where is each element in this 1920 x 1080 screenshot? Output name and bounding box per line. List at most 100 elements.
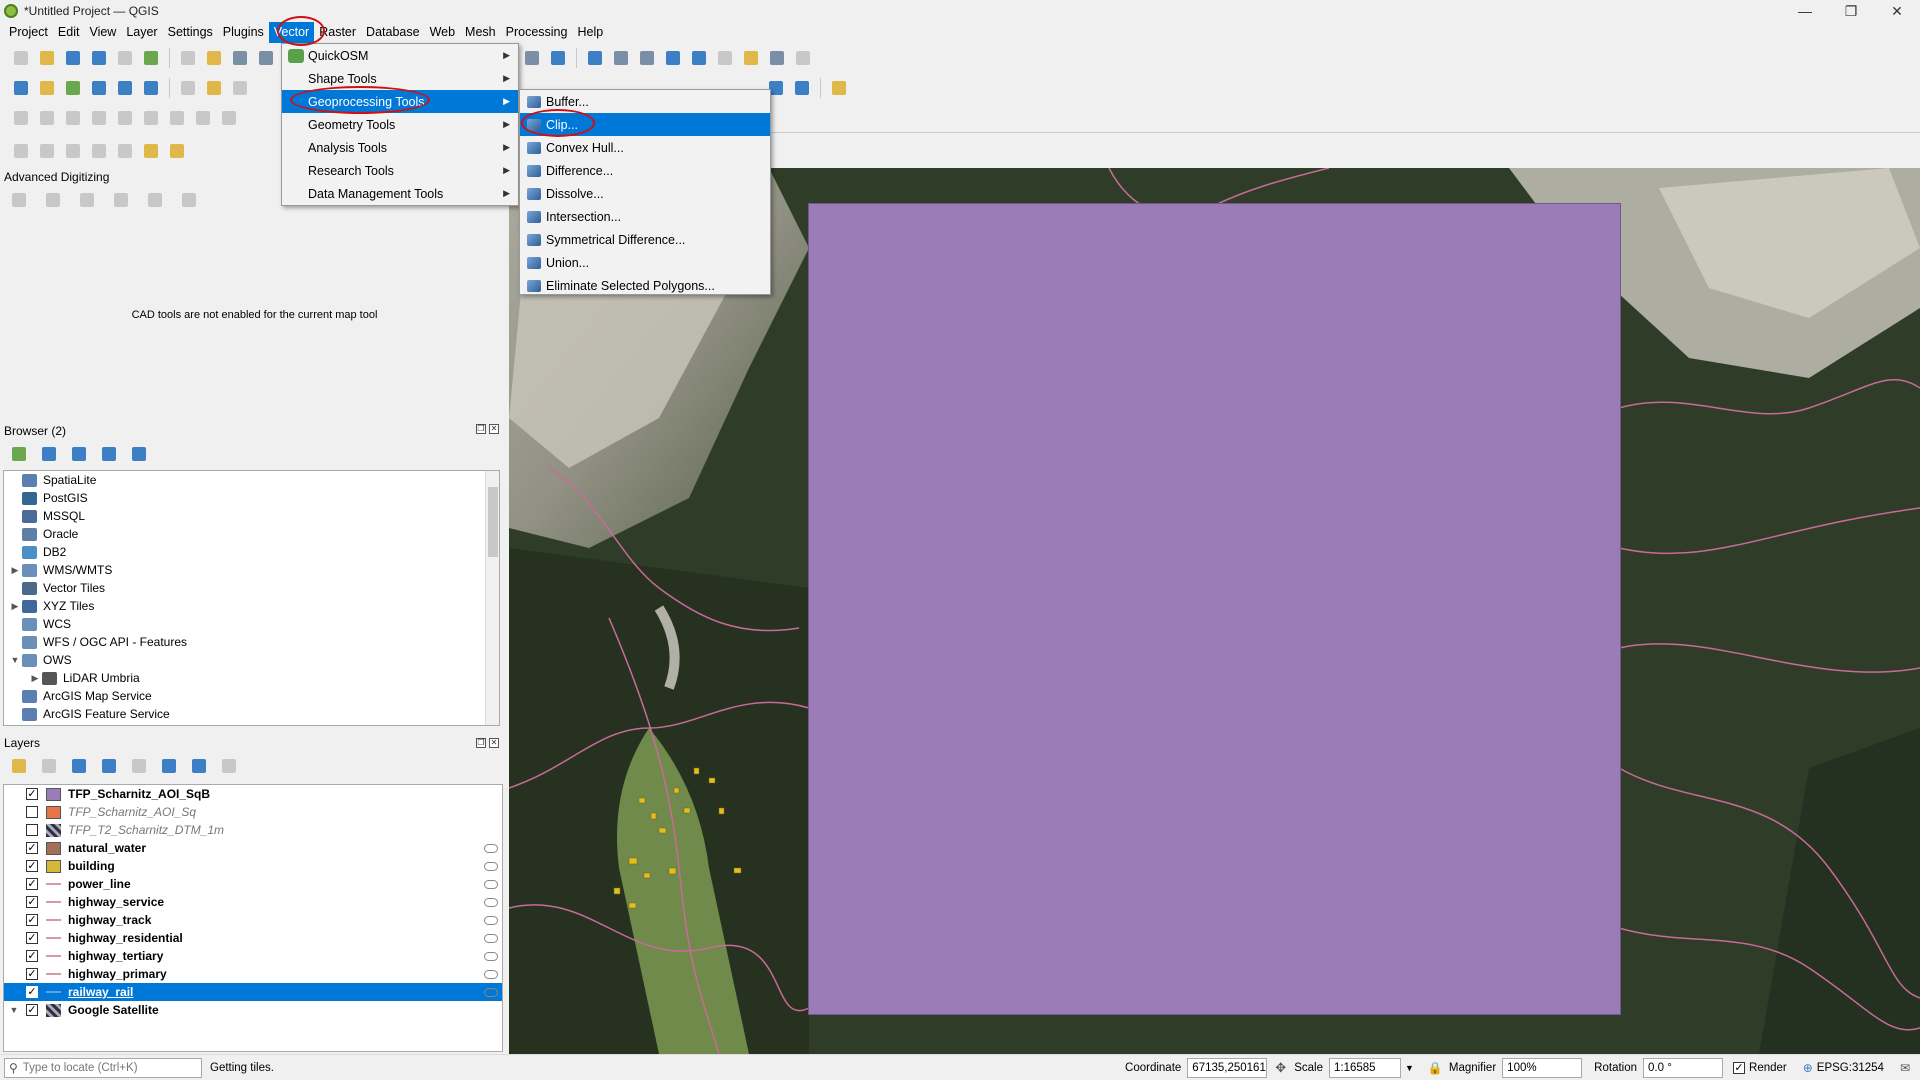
cad-floater-icon[interactable] bbox=[179, 190, 199, 210]
aoi-polygon[interactable] bbox=[808, 203, 1621, 1015]
expand-arrow-icon[interactable]: ▶ bbox=[28, 673, 42, 684]
filter-legend-icon[interactable] bbox=[99, 756, 119, 776]
layer-visibility-checkbox[interactable]: ✓ bbox=[26, 860, 38, 872]
save-edits-icon[interactable] bbox=[230, 78, 250, 98]
attribute-table-icon[interactable] bbox=[611, 48, 631, 68]
layer-row[interactable]: ✓ TFP_Scharnitz_AOI_SqB bbox=[4, 785, 502, 803]
layer-row[interactable]: ✓ highway_primary bbox=[4, 965, 502, 983]
menu-database[interactable]: Database bbox=[361, 22, 425, 43]
layer-visibility-checkbox[interactable]: ✓ bbox=[26, 788, 38, 800]
new-project-icon[interactable] bbox=[11, 48, 31, 68]
select-features-icon[interactable] bbox=[767, 48, 787, 68]
redo-icon[interactable] bbox=[219, 108, 239, 128]
processing-toolbox-icon[interactable] bbox=[663, 48, 683, 68]
cad-construction-icon[interactable] bbox=[43, 190, 63, 210]
menu-item-geometry-tools[interactable]: Geometry Tools ▶ bbox=[282, 113, 518, 136]
add-feature-icon[interactable] bbox=[37, 108, 57, 128]
browser-item[interactable]: ▼ OWS bbox=[4, 651, 499, 669]
crs-label[interactable]: EPSG:31254 bbox=[1817, 1062, 1884, 1074]
browser-item[interactable]: Oracle bbox=[4, 525, 499, 543]
layer-indicator-icon[interactable] bbox=[484, 915, 498, 925]
expand-all-icon[interactable] bbox=[159, 756, 179, 776]
menu-view[interactable]: View bbox=[84, 22, 121, 43]
rotation-field[interactable]: 0.0 ° bbox=[1643, 1057, 1724, 1078]
layer-styling-icon[interactable] bbox=[9, 756, 29, 776]
messages-icon[interactable]: ✉ bbox=[1900, 1061, 1910, 1075]
scale-dropdown-icon[interactable]: ▼ bbox=[1405, 1063, 1414, 1073]
layer-visibility-checkbox[interactable]: ✓ bbox=[26, 932, 38, 944]
layer-indicator-icon[interactable] bbox=[484, 951, 498, 961]
save-project-icon[interactable] bbox=[63, 48, 83, 68]
layer-visibility-checkbox[interactable]: ✓ bbox=[26, 842, 38, 854]
refresh-icon[interactable] bbox=[548, 48, 568, 68]
browser-item[interactable]: ArcGIS Map Service bbox=[4, 687, 499, 705]
select-by-value-icon[interactable] bbox=[167, 141, 187, 161]
select-by-area-icon[interactable] bbox=[141, 141, 161, 161]
digitize-icon[interactable] bbox=[11, 108, 31, 128]
delete-selected-icon[interactable] bbox=[89, 108, 109, 128]
magnifier-field[interactable]: 100% bbox=[1502, 1057, 1583, 1078]
browser-item[interactable]: ▶ WMS/WMTS bbox=[4, 561, 499, 579]
layer-visibility-checkbox[interactable]: ✓ bbox=[26, 986, 38, 998]
browser-item[interactable]: ArcGIS Feature Service bbox=[4, 705, 499, 723]
browser-scrollbar[interactable] bbox=[485, 471, 499, 725]
menu-item-eliminate-selected-polygons[interactable]: Eliminate Selected Polygons... bbox=[520, 274, 770, 297]
remove-layer-icon[interactable] bbox=[219, 756, 239, 776]
layer-visibility-checkbox[interactable]: ✓ bbox=[26, 968, 38, 980]
menu-web[interactable]: Web bbox=[425, 22, 460, 43]
offset-curve-icon[interactable] bbox=[115, 141, 135, 161]
collapse-all-icon[interactable] bbox=[99, 444, 119, 464]
new-temp-layer-icon[interactable] bbox=[115, 78, 135, 98]
close-panel-icon[interactable]: ✕ bbox=[489, 738, 499, 748]
paste-features-icon[interactable] bbox=[167, 108, 187, 128]
cad-parallel-icon[interactable] bbox=[77, 190, 97, 210]
menu-item-union[interactable]: Union... bbox=[520, 251, 770, 274]
menu-item-convex-hull[interactable]: Convex Hull... bbox=[520, 136, 770, 159]
vertex-tool-icon[interactable] bbox=[63, 108, 83, 128]
browser-item[interactable]: ▶ LiDAR Umbria bbox=[4, 669, 499, 687]
render-checkbox[interactable]: ✓ bbox=[1733, 1061, 1746, 1074]
add-ring-icon[interactable] bbox=[63, 141, 83, 161]
browser-item[interactable]: SpatiaLite bbox=[4, 471, 499, 489]
layer-visibility-checkbox[interactable]: ✓ bbox=[26, 1004, 38, 1016]
browser-item[interactable]: WCS bbox=[4, 615, 499, 633]
menu-item-analysis-tools[interactable]: Analysis Tools ▶ bbox=[282, 136, 518, 159]
pan-map-icon[interactable] bbox=[178, 48, 198, 68]
layer-row[interactable]: ▼ ✓ Google Satellite bbox=[4, 1001, 502, 1019]
add-part-icon[interactable] bbox=[89, 141, 109, 161]
cad-enable-icon[interactable] bbox=[9, 190, 29, 210]
cad-perpendicular-icon[interactable] bbox=[111, 190, 131, 210]
metasearch-settings-icon[interactable] bbox=[792, 78, 812, 98]
layer-indicator-icon[interactable] bbox=[484, 843, 498, 853]
layer-indicator-icon[interactable] bbox=[484, 897, 498, 907]
filter-by-expression-icon[interactable] bbox=[129, 756, 149, 776]
cut-features-icon[interactable] bbox=[115, 108, 135, 128]
layer-indicator-icon[interactable] bbox=[484, 969, 498, 979]
rotate-icon[interactable] bbox=[11, 141, 31, 161]
menu-layer[interactable]: Layer bbox=[121, 22, 162, 43]
menu-item-shape-tools[interactable]: Shape Tools ▶ bbox=[282, 67, 518, 90]
add-group-icon[interactable] bbox=[39, 756, 59, 776]
copy-features-icon[interactable] bbox=[141, 108, 161, 128]
browser-item[interactable]: ▶ XYZ Tiles bbox=[4, 597, 499, 615]
print-layout-icon[interactable] bbox=[115, 48, 135, 68]
statistics-icon[interactable] bbox=[689, 48, 709, 68]
locator-search[interactable]: ⚲ Type to locate (Ctrl+K) bbox=[4, 1057, 202, 1078]
layer-indicator-icon[interactable] bbox=[484, 879, 498, 889]
refresh-browser-icon[interactable] bbox=[39, 444, 59, 464]
menu-item-dissolve[interactable]: Dissolve... bbox=[520, 182, 770, 205]
layer-row[interactable]: ✓ highway_tertiary bbox=[4, 947, 502, 965]
layer-row[interactable]: ✓ building bbox=[4, 857, 502, 875]
layer-row[interactable]: ✓ natural_water bbox=[4, 839, 502, 857]
collapse-all-layers-icon[interactable] bbox=[189, 756, 209, 776]
browser-item[interactable]: WFS / OGC API - Features bbox=[4, 633, 499, 651]
scale-field[interactable]: 1:16585 bbox=[1328, 1057, 1401, 1078]
layer-visibility-checkbox[interactable]: ✓ bbox=[26, 896, 38, 908]
menu-help[interactable]: Help bbox=[572, 22, 608, 43]
zoom-out-icon[interactable] bbox=[256, 48, 276, 68]
menu-item-symmetrical-difference[interactable]: Symmetrical Difference... bbox=[520, 228, 770, 251]
layer-visibility-checkbox[interactable] bbox=[26, 806, 38, 818]
layer-visibility-checkbox[interactable]: ✓ bbox=[26, 878, 38, 890]
menu-processing[interactable]: Processing bbox=[501, 22, 573, 43]
layer-row[interactable]: ✓ highway_track bbox=[4, 911, 502, 929]
